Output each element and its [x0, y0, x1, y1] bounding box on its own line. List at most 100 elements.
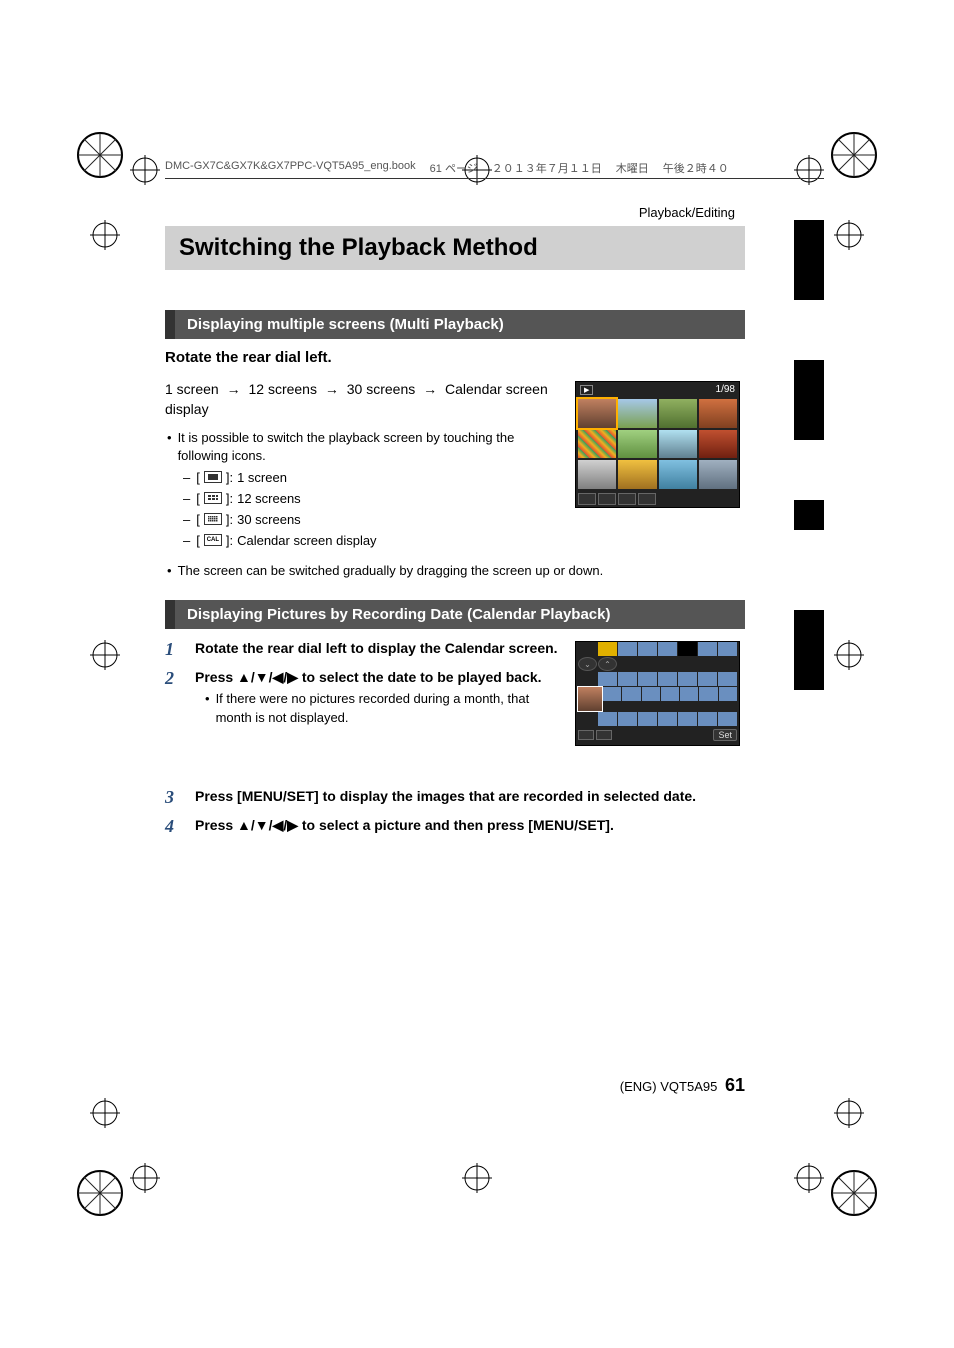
breadcrumb: Playback/Editing: [165, 205, 745, 226]
calendar-next-icon: ⌃: [598, 657, 617, 671]
calendar-cell: [698, 712, 717, 726]
thumbnail: [578, 430, 616, 459]
arrow-right-icon: →: [423, 381, 437, 397]
calendar-cell: [658, 642, 677, 656]
icon-option-12-screens: –[ ]: 12 screens: [183, 491, 565, 506]
thumbnail: [699, 460, 737, 489]
icon-option-1-screen: –[ ]: 1 screen: [183, 470, 565, 485]
reg-mark-r1: [834, 220, 864, 250]
icon-option-30-screens: –[ ]: 30 screens: [183, 512, 565, 527]
calendar-cell: [678, 712, 697, 726]
step-number: 1: [165, 639, 181, 660]
set-button: Set: [713, 729, 737, 741]
step-number: 4: [165, 816, 181, 837]
thumbnail: [659, 460, 697, 489]
arrow-right-icon: →: [325, 381, 339, 397]
calendar-header-cell: [598, 642, 617, 656]
section-heading-calendar-playback: Displaying Pictures by Recording Date (C…: [165, 600, 745, 629]
step-1-text: Rotate the rear dial left to display the…: [195, 640, 558, 656]
side-tab: [794, 500, 824, 530]
calendar-cell: [638, 672, 657, 686]
page-number: 61: [725, 1075, 745, 1095]
reg-mark-l2: [90, 640, 120, 670]
thumbnail: [699, 430, 737, 459]
calendar-preview-thumb: [578, 687, 602, 711]
calendar-cell: [718, 642, 737, 656]
reg-mark-r2: [834, 640, 864, 670]
calendar-cell: [699, 687, 717, 701]
footer-code: VQT5A95: [660, 1079, 717, 1094]
thumbnail: [578, 399, 616, 428]
calendar-cell-selected: [678, 642, 697, 656]
icon-option-calendar: –[ CAL ]: Calendar screen display: [183, 533, 565, 548]
calendar-cell: [618, 672, 637, 686]
flow-30-screens: 30 screens: [347, 381, 415, 397]
view-mode-button: [578, 730, 594, 740]
counter-text: 1/98: [716, 384, 735, 395]
one-screen-icon: [204, 471, 222, 483]
calendar-cell: [719, 687, 737, 701]
note-touch-icons: • It is possible to switch the playback …: [167, 429, 565, 465]
page-title: Switching the Playback Method: [165, 226, 745, 270]
screen-flow: 1 screen → 12 screens → 30 screens → Cal…: [165, 380, 565, 419]
thumbnail: [659, 399, 697, 428]
reg-mark-l1: [90, 220, 120, 250]
calendar-cell: [622, 687, 640, 701]
view-mode-button: [598, 493, 616, 505]
calendar-cell: [642, 687, 660, 701]
header-page-label: 61 ページ: [430, 160, 478, 176]
reg-mark-t1: [130, 155, 160, 185]
step-2-sub: •If there were no pictures recorded duri…: [205, 690, 565, 726]
calendar-cell: [718, 712, 737, 726]
bullet-icon: •: [167, 429, 172, 465]
view-mode-button: [596, 730, 612, 740]
calendar-cell: [618, 642, 637, 656]
calendar-cell: [661, 687, 679, 701]
calendar-icon: CAL: [204, 534, 222, 546]
reg-mark-l3: [90, 1098, 120, 1128]
footer-lang: (ENG): [620, 1079, 657, 1094]
step-4: 4 Press ▲/▼/◀/▶ to select a picture and …: [165, 816, 745, 837]
side-tab: [794, 360, 824, 440]
instruction-rotate-dial: Rotate the rear dial left.: [165, 349, 745, 366]
thumbnail: [659, 430, 697, 459]
view-mode-button: [638, 493, 656, 505]
calendar-cell: [698, 672, 717, 686]
calendar-prev-icon: ⌄: [578, 657, 597, 671]
arrow-right-icon: →: [227, 381, 241, 397]
note-drag-screen: • The screen can be switched gradually b…: [167, 562, 745, 580]
playback-icon: ▶: [580, 385, 593, 395]
calendar-cell: [598, 712, 617, 726]
reg-mark-r3: [834, 1098, 864, 1128]
multi-playback-figure: ▶ 1/98: [575, 381, 740, 508]
header-filename: DMC-GX7C&GX7K&GX7PPC-VQT5A95_eng.book: [165, 160, 416, 176]
calendar-cell: [678, 672, 697, 686]
flow-12-screens: 12 screens: [248, 381, 316, 397]
binding-mark-br: [829, 1168, 879, 1218]
header-weekday: 木曜日: [616, 160, 649, 176]
step-3: 3 Press [MENU/SET] to display the images…: [165, 787, 745, 808]
header-time: 午後２時４０: [663, 160, 729, 176]
thumbnail: [699, 399, 737, 428]
header-date: ２０１３年７月１１日: [492, 160, 602, 176]
calendar-cell: [718, 672, 737, 686]
step-2-text: Press ▲/▼/◀/▶ to select the date to be p…: [195, 669, 542, 685]
view-mode-button: [578, 493, 596, 505]
view-mode-button: [618, 493, 636, 505]
calendar-cell: [658, 672, 677, 686]
twelve-screen-icon: [204, 492, 222, 504]
calendar-cell: [618, 712, 637, 726]
section-heading-multi-playback: Displaying multiple screens (Multi Playb…: [165, 310, 745, 339]
binding-mark-bl: [75, 1168, 125, 1218]
print-header: DMC-GX7C&GX7K&GX7PPC-VQT5A95_eng.book 61…: [165, 160, 824, 179]
binding-mark-tl: [75, 130, 125, 180]
page-footer: (ENG) VQT5A95 61: [165, 1075, 745, 1096]
bullet-icon: •: [167, 562, 172, 580]
thumbnail: [618, 430, 656, 459]
calendar-cell: [638, 712, 657, 726]
calendar-cell: [638, 642, 657, 656]
thumbnail: [618, 460, 656, 489]
calendar-cell: [680, 687, 698, 701]
calendar-cell: [698, 642, 717, 656]
step-4-text: Press ▲/▼/◀/▶ to select a picture and th…: [195, 817, 614, 833]
